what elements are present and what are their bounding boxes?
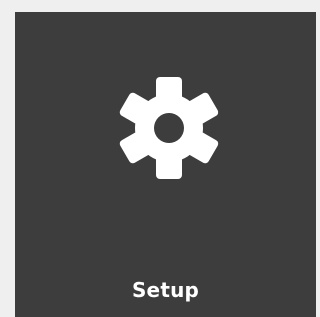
setup-tile[interactable]: Setup — [15, 12, 316, 317]
setup-label: Setup — [131, 278, 200, 302]
gear-icon — [113, 72, 225, 184]
